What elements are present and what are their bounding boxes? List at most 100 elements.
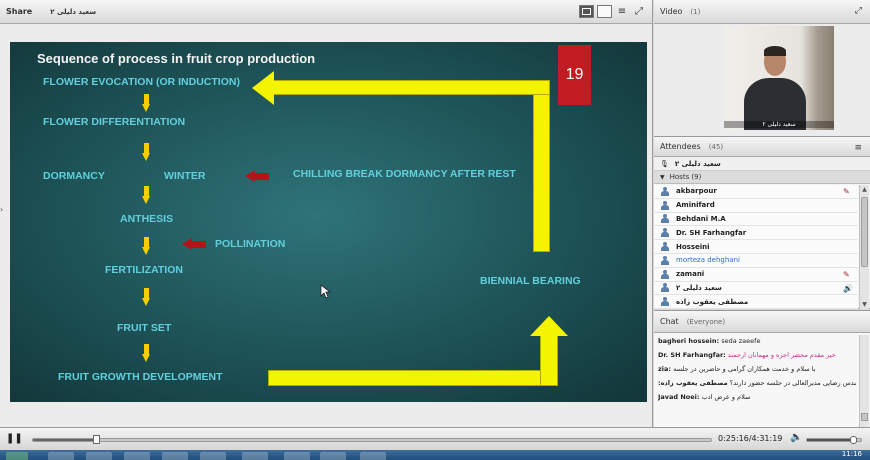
left-red-arrow-icon <box>245 170 269 183</box>
attendees-scrollbar[interactable]: ▲ ▼ <box>859 185 869 309</box>
step-anthesis: ANTHESIS <box>120 213 174 225</box>
chat-messages: bagheri hossein: seda zaeefe Dr. SH Farh… <box>658 337 856 427</box>
attendees-title: Attendees <box>660 142 701 151</box>
seek-bar[interactable] <box>32 435 712 444</box>
webcam-caption: سعید دلیلی ۲ <box>724 121 834 128</box>
os-taskbar: 11:16 <box>0 450 870 460</box>
step-fertilization: FERTILIZATION <box>105 264 183 276</box>
pause-button[interactable]: ❚❚ <box>6 432 23 446</box>
slide-title: Sequence of process in fruit crop produc… <box>37 51 316 66</box>
chat-message: bagheri hossein: seda zaeefe <box>658 337 761 345</box>
video-pod-header: Video (1) ⤢ <box>654 0 870 24</box>
taskbar-app[interactable] <box>242 452 268 460</box>
attendee-row[interactable]: سعید دلیلی ۲ 🔊 <box>654 281 858 296</box>
share-header-controls: ≡ ⤢ <box>579 5 646 18</box>
attendee-list: akbarpour ✎ Aminifard Behdani M.A Dr. SH … <box>654 185 858 309</box>
fullscreen-icon[interactable]: ⤢ <box>632 5 646 18</box>
slide-number-badge: 19 <box>558 45 591 105</box>
attendee-row[interactable]: akbarpour ✎ <box>654 185 858 199</box>
down-arrow-icon <box>142 143 151 161</box>
attendee-row[interactable]: Dr. SH Farhangfar <box>654 226 858 241</box>
mouse-cursor-icon <box>320 284 332 299</box>
person-icon <box>660 214 670 224</box>
chat-pod-header: Chat (Everyone) <box>654 311 870 333</box>
chat-message: zia: با سلام و خدمت همکاران گرامی و حاضر… <box>658 365 816 373</box>
taskbar-app[interactable] <box>200 452 226 460</box>
hosts-group-header[interactable]: ▼ Hosts (9) <box>654 171 870 184</box>
expand-icon[interactable]: ⤢ <box>855 6 862 16</box>
chilling-label: CHILLING BREAK DORMANCY AFTER REST <box>293 168 516 180</box>
loop-arrow-top-horizontal <box>272 80 550 95</box>
collapse-triangle-icon: ▼ <box>660 173 665 181</box>
fit-to-width-button[interactable] <box>579 5 594 18</box>
volume-slider[interactable] <box>806 436 862 444</box>
attendee-row[interactable]: Behdani M.A <box>654 212 858 227</box>
menu-icon[interactable]: ≡ <box>854 143 862 153</box>
scroll-up-icon[interactable]: ▲ <box>860 185 869 194</box>
attendees-pod: Attendees (45) ≡ 🎙 سعید دلیلی ۲ ▼ Hosts … <box>654 137 870 309</box>
taskbar-app[interactable] <box>320 452 346 460</box>
attendee-row[interactable]: مصطفی یعقوب زاده <box>654 295 858 309</box>
taskbar-app[interactable] <box>86 452 112 460</box>
collapse-handle-icon[interactable]: › <box>0 205 5 221</box>
share-pod: Share سعید دلیلی ۲ ≡ ⤢ › Sequence of pro… <box>0 0 653 427</box>
loop-arrow-lower-vertical <box>540 332 558 386</box>
seek-progress <box>33 439 97 441</box>
taskbar-app[interactable] <box>284 452 310 460</box>
presentation-slide: Sequence of process in fruit crop produc… <box>10 42 647 402</box>
webcam-feed[interactable]: سعید دلیلی ۲ <box>724 26 834 130</box>
down-arrow-icon <box>142 288 151 306</box>
status-icon: ✎ <box>843 269 850 279</box>
chat-pod: Chat (Everyone) bagheri hossein: seda za… <box>654 310 870 427</box>
share-presenter-name: سعید دلیلی ۲ <box>50 7 97 16</box>
video-pod: Video (1) ⤢ سعید دلیلی ۲ <box>654 0 870 137</box>
person-icon <box>660 297 670 307</box>
step-fruit-set: FRUIT SET <box>117 322 172 334</box>
down-arrow-icon <box>142 237 151 255</box>
scroll-down-icon[interactable]: ▼ <box>860 300 869 309</box>
chat-title: Chat <box>660 317 679 326</box>
my-status-row[interactable]: 🎙 سعید دلیلی ۲ <box>654 157 870 171</box>
volume-icon[interactable]: 🔈 <box>790 432 802 443</box>
chat-message: Javad Noei: سلام و عرض ادب <box>658 393 751 401</box>
start-button[interactable] <box>6 452 28 460</box>
taskbar-app[interactable] <box>48 452 74 460</box>
volume-level <box>807 439 853 441</box>
taskbar-app[interactable] <box>124 452 150 460</box>
down-arrow-icon <box>142 94 151 112</box>
step-flower-evocation: FLOWER EVOCATION (OR INDUCTION) <box>43 76 240 88</box>
playback-bar: ❚❚ 0:25:16/4:31:19 🔈 <box>0 427 870 450</box>
step-fruit-growth: FRUIT GROWTH DEVELOPMENT <box>58 371 223 383</box>
seek-thumb[interactable] <box>93 435 101 444</box>
loop-arrow-bottom-horizontal <box>268 370 558 386</box>
full-screen-view-button[interactable] <box>597 5 612 18</box>
attendees-count: (45) <box>708 142 724 151</box>
down-arrow-icon <box>142 186 151 204</box>
attendee-row[interactable]: Hosseini <box>654 240 858 254</box>
scrollbar-thumb[interactable] <box>861 413 868 421</box>
person-icon <box>660 269 670 279</box>
chat-scope: (Everyone) <box>686 317 726 326</box>
pollination-label: POLLINATION <box>215 238 286 250</box>
attendees-pod-header: Attendees (45) ≡ <box>654 137 870 157</box>
microphone-icon: 🎙 <box>660 159 669 168</box>
step-dormancy: DORMANCY <box>43 170 105 182</box>
person-icon <box>660 255 670 265</box>
chat-scrollbar[interactable] <box>859 335 869 427</box>
taskbar-app[interactable] <box>162 452 188 460</box>
video-pod-title: Video <box>660 7 683 16</box>
down-arrow-icon <box>142 344 151 362</box>
person-icon <box>660 200 670 210</box>
person-icon <box>660 186 670 196</box>
menu-icon[interactable]: ≡ <box>615 5 629 18</box>
loop-arrow-right-vertical <box>533 80 550 252</box>
share-pod-title: Share <box>6 7 33 16</box>
scrollbar-thumb[interactable] <box>861 197 868 267</box>
attendee-row[interactable]: Aminifard <box>654 198 858 213</box>
attendee-row[interactable]: morteza dehghani <box>654 253 858 268</box>
winter-label: WINTER <box>164 170 206 182</box>
taskbar-app[interactable] <box>360 452 386 460</box>
volume-thumb[interactable] <box>849 436 857 444</box>
attendee-row[interactable]: zamani ✎ <box>654 267 858 282</box>
video-count: (1) <box>690 7 701 16</box>
